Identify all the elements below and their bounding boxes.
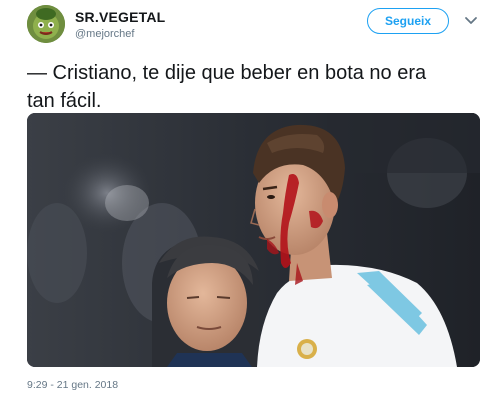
tweet-text: — Cristiano, te dije que beber en bota n…: [27, 59, 487, 115]
tweet-text-line-2: tan fácil.: [27, 90, 102, 112]
tweet-photo[interactable]: [27, 113, 480, 367]
author-display-name[interactable]: SR.VEGETAL: [75, 9, 165, 25]
author-handle[interactable]: @mejorchef: [75, 28, 134, 40]
vegetable-avatar-icon: [27, 5, 65, 43]
football-player-photo: [27, 113, 480, 367]
chevron-down-icon[interactable]: [464, 14, 478, 26]
follow-button[interactable]: Segueix: [367, 8, 449, 34]
user-avatar[interactable]: [27, 5, 65, 43]
tweet-card: SR.VEGETAL @mejorchef Segueix — Cristian…: [0, 0, 503, 400]
tweet-text-line-1: — Cristiano, te dije que beber en bota n…: [27, 62, 427, 84]
tweet-timestamp[interactable]: 9:29 - 21 gen. 2018: [27, 379, 118, 391]
